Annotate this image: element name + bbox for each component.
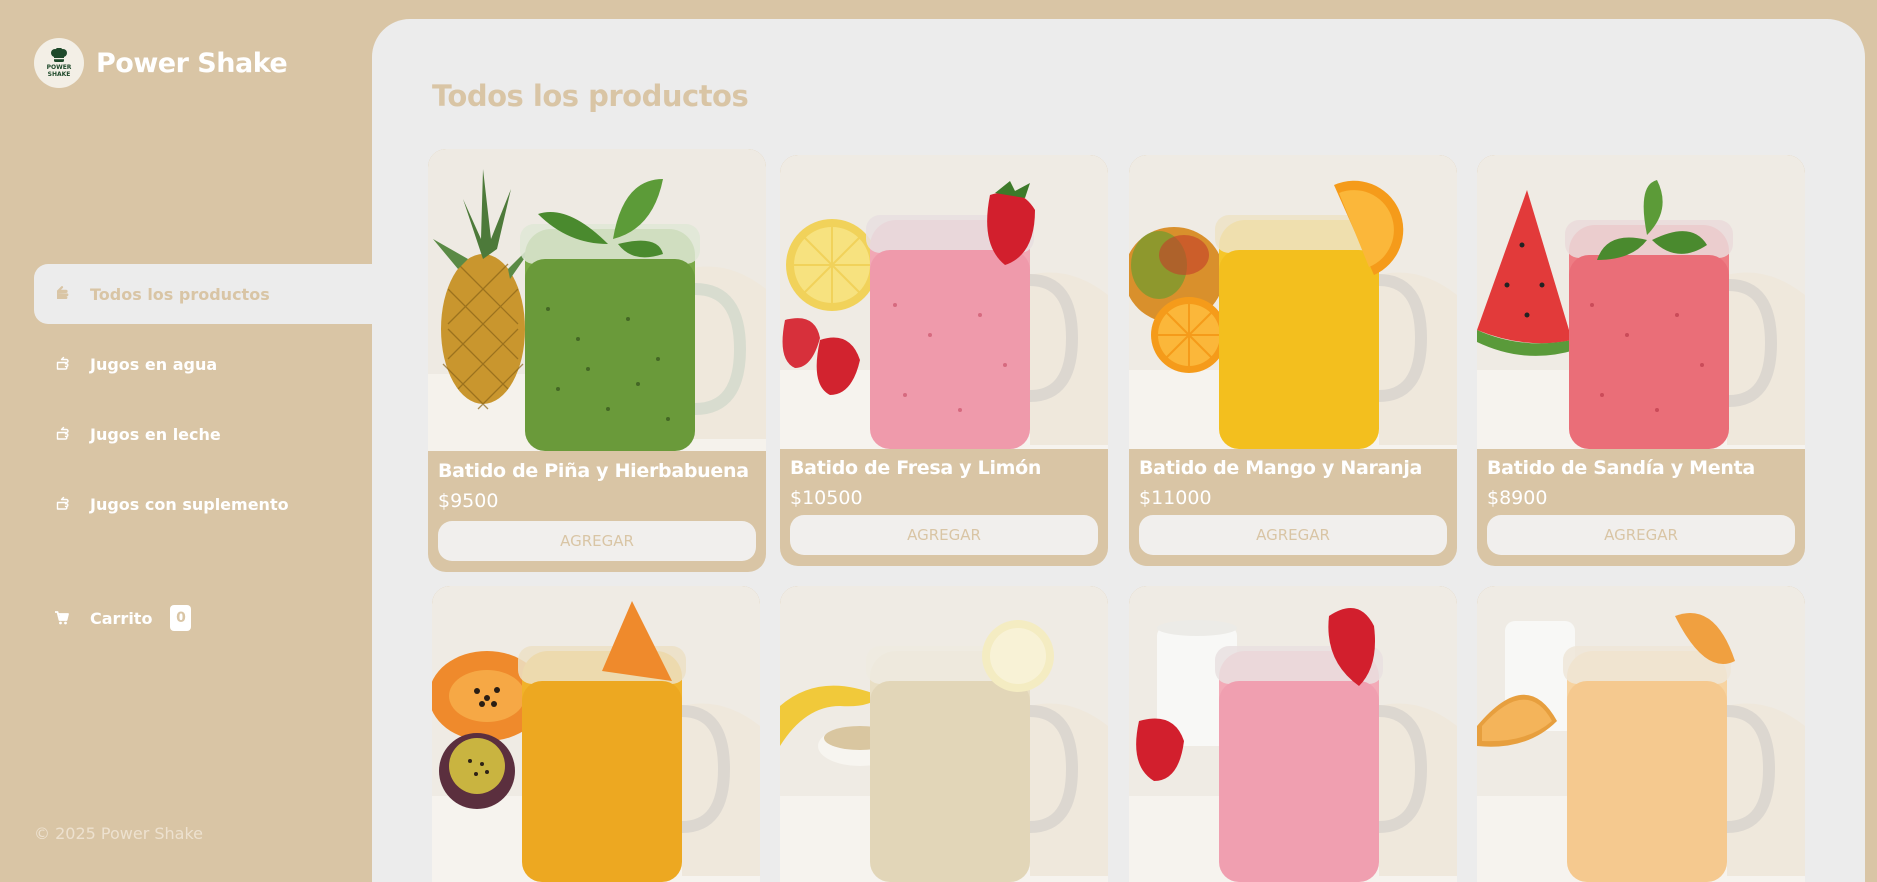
- nav-item-label: Jugos en leche: [90, 424, 221, 444]
- product-image: [432, 586, 760, 882]
- main-panel: Todos los productos Batido de Piña y Hie…: [372, 19, 1865, 882]
- add-to-cart-button[interactable]: AGREGAR: [438, 521, 756, 561]
- product-image: [1477, 155, 1805, 449]
- logo: POWER SHAKE: [34, 38, 84, 88]
- product-card: [432, 586, 760, 882]
- copyright: © 2025 Power Shake: [34, 824, 203, 843]
- product-price: $9500: [438, 490, 499, 512]
- brand[interactable]: POWER SHAKE Power Shake: [34, 38, 288, 88]
- product-image: [780, 586, 1108, 882]
- cart-count-badge: 0: [170, 605, 192, 631]
- nav-item-jugos-en-leche[interactable]: Jugos en leche: [34, 404, 372, 464]
- logo-text-2: SHAKE: [47, 71, 71, 78]
- nav-item-label: Jugos con suplemento: [90, 494, 289, 514]
- add-to-cart-button[interactable]: AGREGAR: [1487, 515, 1795, 555]
- chef-hat-icon: [51, 48, 67, 62]
- product-card: Batido de Sandía y Menta $8900 AGREGAR: [1477, 155, 1805, 566]
- product-card: [1477, 586, 1805, 882]
- product-card: Batido de Mango y Naranja $11000 AGREGAR: [1129, 155, 1457, 566]
- product-name: Batido de Piña y Hierbabuena: [438, 460, 749, 482]
- category-nav: Todos los productos Jugos en agua Jugos …: [34, 264, 372, 544]
- hand-pointing-icon: [54, 423, 76, 445]
- brand-name: Power Shake: [96, 47, 288, 79]
- product-name: Batido de Sandía y Menta: [1487, 457, 1755, 479]
- page-title: Todos los productos: [432, 79, 749, 113]
- nav-item-todos-los-productos[interactable]: Todos los productos: [34, 264, 372, 324]
- cart-link[interactable]: Carrito 0: [34, 598, 192, 638]
- product-price: $10500: [790, 487, 863, 509]
- product-name: Batido de Mango y Naranja: [1139, 457, 1423, 479]
- nav-item-jugos-con-suplemento[interactable]: Jugos con suplemento: [34, 474, 372, 534]
- product-name: Batido de Fresa y Limón: [790, 457, 1042, 479]
- nav-item-label: Jugos en agua: [90, 354, 218, 374]
- cart-label: Carrito: [90, 608, 153, 628]
- product-image: [428, 149, 766, 451]
- product-price: $8900: [1487, 487, 1548, 509]
- add-to-cart-button[interactable]: AGREGAR: [1139, 515, 1447, 555]
- cart-icon: [54, 610, 76, 626]
- nav-item-jugos-en-agua[interactable]: Jugos en agua: [34, 334, 372, 394]
- product-card: Batido de Fresa y Limón $10500 AGREGAR: [780, 155, 1108, 566]
- nav-item-label: Todos los productos: [90, 284, 270, 304]
- product-price: $11000: [1139, 487, 1212, 509]
- add-to-cart-button[interactable]: AGREGAR: [790, 515, 1098, 555]
- hand-pointing-icon: [54, 283, 76, 305]
- hand-pointing-icon: [54, 353, 76, 375]
- product-card: Batido de Piña y Hierbabuena $9500 AGREG…: [428, 149, 766, 572]
- product-image: [1129, 155, 1457, 449]
- hand-pointing-icon: [54, 493, 76, 515]
- product-image: [780, 155, 1108, 449]
- product-image: [1129, 586, 1457, 882]
- product-image: [1477, 586, 1805, 882]
- product-card: [780, 586, 1108, 882]
- product-card: [1129, 586, 1457, 882]
- sidebar: POWER SHAKE Power Shake Todos los produc…: [0, 0, 372, 882]
